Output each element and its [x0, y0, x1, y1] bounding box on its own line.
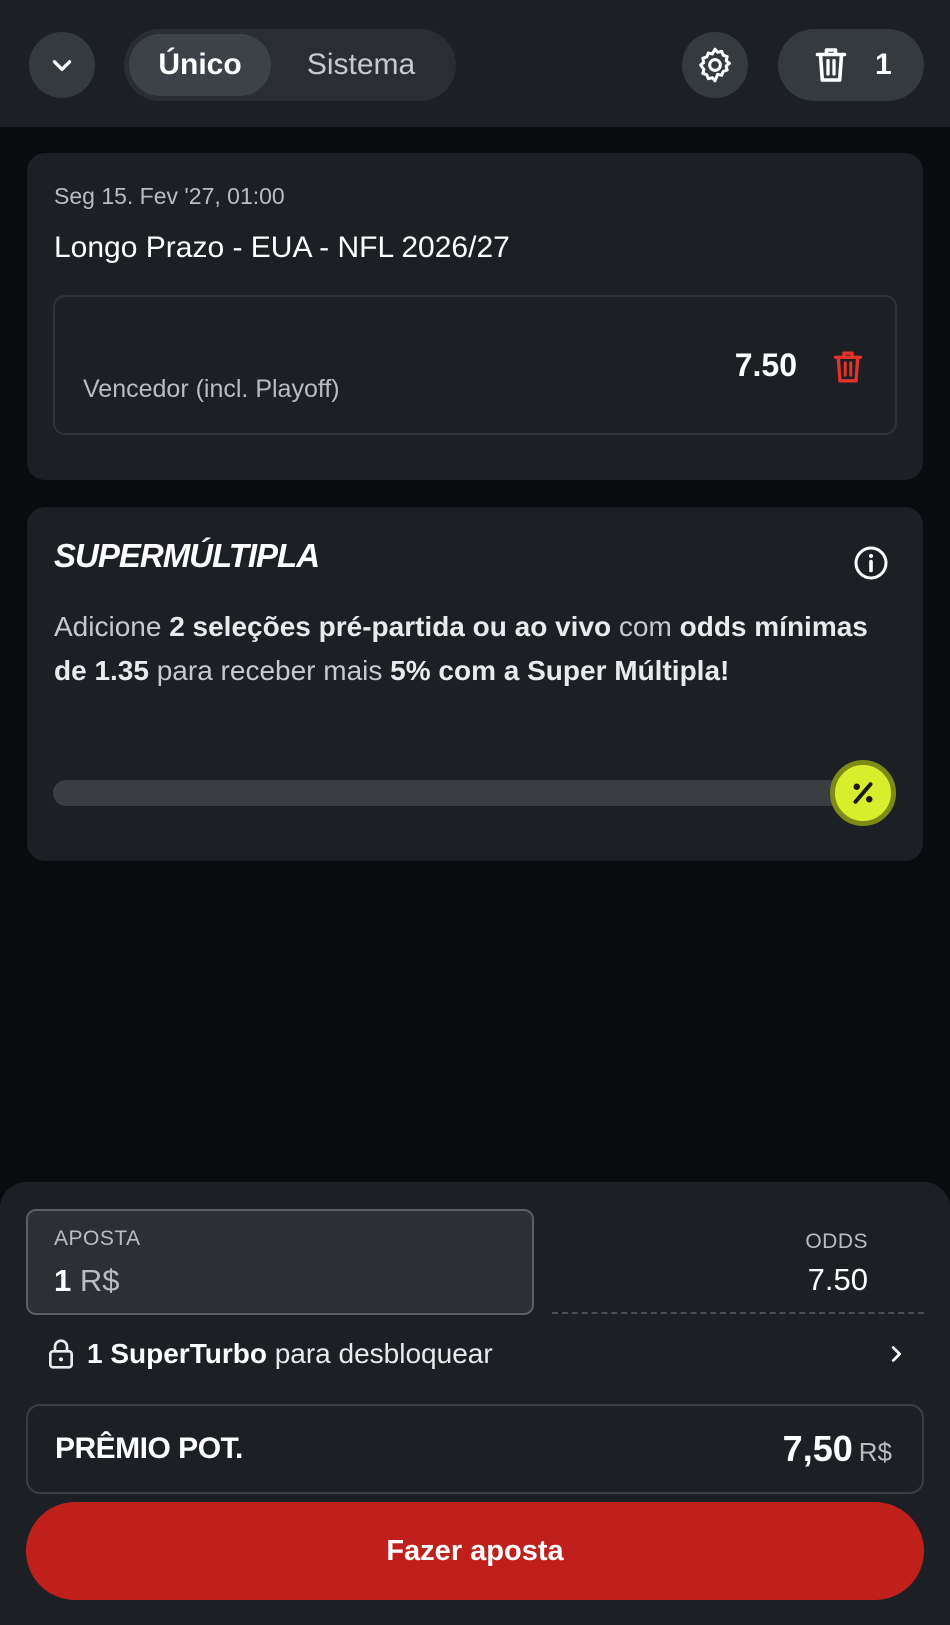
event-date: Seg 15. Fev '27, 01:00: [54, 183, 285, 209]
remove-selection-icon[interactable]: [831, 349, 865, 385]
superturbo-text: 1 SuperTurbo para desbloquear: [87, 1338, 493, 1369]
stake-label: APOSTA: [54, 1227, 141, 1250]
bet-type-toggle: Único Sistema: [124, 29, 456, 101]
odds-total-value: 7.50: [807, 1262, 868, 1297]
settings-button[interactable]: [682, 32, 748, 98]
selection-odds: 7.50: [734, 347, 797, 383]
gear-icon: [699, 47, 731, 83]
odds-label: ODDS: [805, 1230, 868, 1253]
selection-row[interactable]: Vencedor (incl. Playoff) 7.50: [53, 295, 897, 435]
prize-value: 7,50 R$: [782, 1428, 892, 1469]
selection-count: 1: [875, 48, 892, 81]
bet-summary-panel: APOSTA 1 R$ ODDS 7.50 1 SuperTurbo para …: [0, 1182, 950, 1625]
collapse-button[interactable]: [29, 32, 95, 98]
clear-selections-button[interactable]: 1: [778, 29, 924, 101]
supermultiple-title: SUPERMÚLTIPLA: [54, 537, 320, 574]
superturbo-row[interactable]: 1 SuperTurbo para desbloquear: [47, 1334, 907, 1374]
tab-unico[interactable]: Único: [129, 34, 271, 96]
stake-input[interactable]: APOSTA 1 R$: [26, 1209, 534, 1315]
percent-icon: [853, 782, 873, 804]
prize-label: PRÊMIO POT.: [55, 1432, 243, 1465]
chevron-right-icon: [891, 1346, 902, 1362]
selection-card: Seg 15. Fev '27, 01:00 Longo Prazo - EUA…: [27, 153, 923, 480]
divider: [552, 1312, 924, 1314]
event-title: Longo Prazo - EUA - NFL 2026/27: [54, 231, 510, 264]
lock-icon: [49, 1339, 73, 1369]
trash-icon: [815, 48, 847, 82]
supermultiple-description: Adicione 2 seleções pré-partida ou ao vi…: [54, 611, 868, 686]
tab-sistema[interactable]: Sistema: [271, 34, 451, 96]
place-bet-button[interactable]: Fazer aposta: [26, 1502, 924, 1600]
stake-value: 1 R$: [54, 1263, 120, 1298]
market-name: Vencedor (incl. Playoff): [83, 375, 340, 403]
supermultiple-progress: [53, 780, 853, 806]
info-icon[interactable]: [853, 545, 889, 581]
chevron-down-icon: [52, 60, 72, 71]
progress-badge: [830, 760, 896, 826]
supermultiple-card: SUPERMÚLTIPLA Adicione 2 seleções pré-pa…: [27, 507, 923, 861]
total-odds: ODDS 7.50: [805, 1230, 868, 1298]
potential-prize: PRÊMIO POT. 7,50 R$: [26, 1404, 924, 1494]
betslip-header: Único Sistema 1: [0, 0, 950, 127]
